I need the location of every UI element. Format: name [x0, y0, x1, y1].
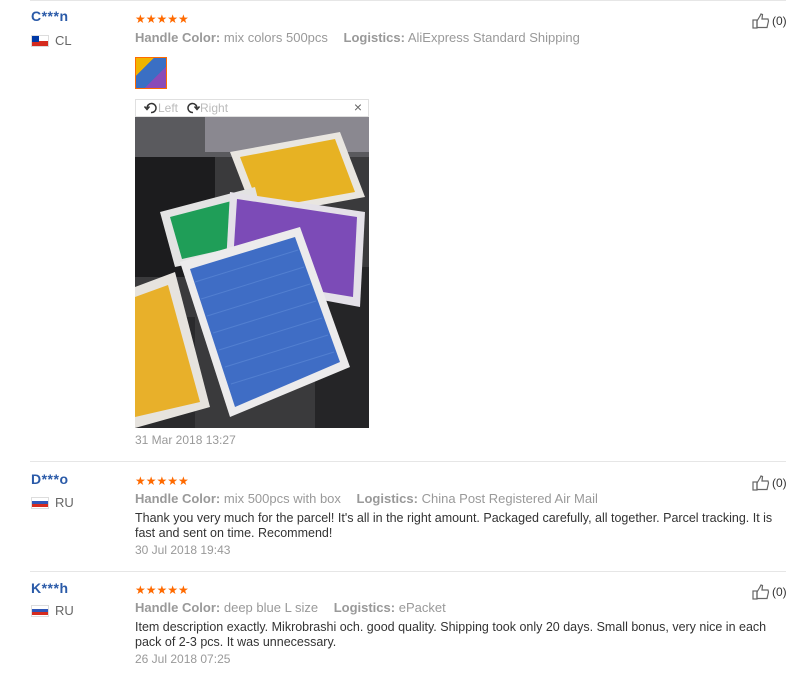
country-code: CL [55, 33, 72, 48]
review-date: 26 Jul 2018 07:25 [135, 652, 231, 666]
review-photo [135, 117, 369, 428]
rotate-left-button[interactable]: Left [144, 101, 178, 115]
rotate-left-icon [144, 102, 157, 114]
attr-value: mix colors 500pcs [223, 30, 328, 45]
attr-value: mix 500pcs with box [223, 491, 341, 506]
russia-flag-icon [31, 604, 49, 617]
rotate-right-icon [187, 102, 201, 114]
country-code: RU [55, 603, 74, 618]
divider [30, 0, 786, 1]
attr-value: China Post Registered Air Mail [421, 491, 598, 506]
attr-label: Logistics: [333, 600, 396, 615]
review-text: Item description exactly. Mikrobrashi oc… [135, 620, 767, 649]
order-attributes: Handle Color: mix colors 500pcs Logistic… [135, 30, 592, 45]
helpful-count: (0) [772, 585, 787, 599]
thumbs-up-icon [752, 13, 770, 29]
divider [30, 571, 786, 572]
reviewer-country: RU [31, 495, 74, 510]
reviewer-country: CL [31, 33, 72, 48]
photo-viewer-toolbar: Left Right × [135, 99, 369, 117]
reviewer-country: RU [31, 603, 74, 618]
thumbs-up-icon [752, 584, 770, 600]
rotate-left-label: Left [158, 101, 179, 115]
attr-label: Handle Color: [135, 30, 221, 45]
divider [30, 461, 786, 462]
star-rating: ★★★★★ [135, 12, 189, 26]
chile-flag-icon [31, 34, 49, 47]
attr-label: Logistics: [343, 30, 405, 45]
review-date: 30 Jul 2018 19:43 [135, 543, 231, 557]
star-rating: ★★★★★ [135, 474, 189, 488]
rotate-right-label: Right [200, 101, 229, 115]
reviewer-name[interactable]: D***o [31, 471, 69, 487]
star-rating: ★★★★★ [135, 583, 189, 597]
country-code: RU [55, 495, 74, 510]
attr-label: Handle Color: [135, 491, 221, 506]
close-viewer-button[interactable]: × [354, 99, 362, 115]
reviewer-name[interactable]: K***h [31, 580, 69, 596]
helpful-count: (0) [772, 476, 787, 490]
attr-label: Logistics: [356, 491, 418, 506]
russia-flag-icon [31, 496, 49, 509]
rotate-right-button[interactable]: Right [186, 101, 228, 115]
review-photo-thumbnail[interactable] [135, 57, 167, 89]
order-attributes: Handle Color: mix 500pcs with box Logist… [135, 491, 610, 506]
attr-value: deep blue L size [223, 600, 319, 615]
helpful-button[interactable]: (0) [752, 13, 787, 29]
helpful-count: (0) [772, 14, 787, 28]
reviewer-name[interactable]: C***n [31, 8, 69, 24]
helpful-button[interactable]: (0) [752, 584, 787, 600]
review-text: Thank you very much for the parcel! It's… [135, 511, 773, 540]
order-attributes: Handle Color: deep blue L size Logistics… [135, 600, 458, 615]
attr-value: ePacket [398, 600, 446, 615]
helpful-button[interactable]: (0) [752, 475, 787, 491]
attr-value: AliExpress Standard Shipping [407, 30, 580, 45]
review-date: 31 Mar 2018 13:27 [135, 433, 236, 447]
thumbs-up-icon [752, 475, 770, 491]
attr-label: Handle Color: [135, 600, 221, 615]
